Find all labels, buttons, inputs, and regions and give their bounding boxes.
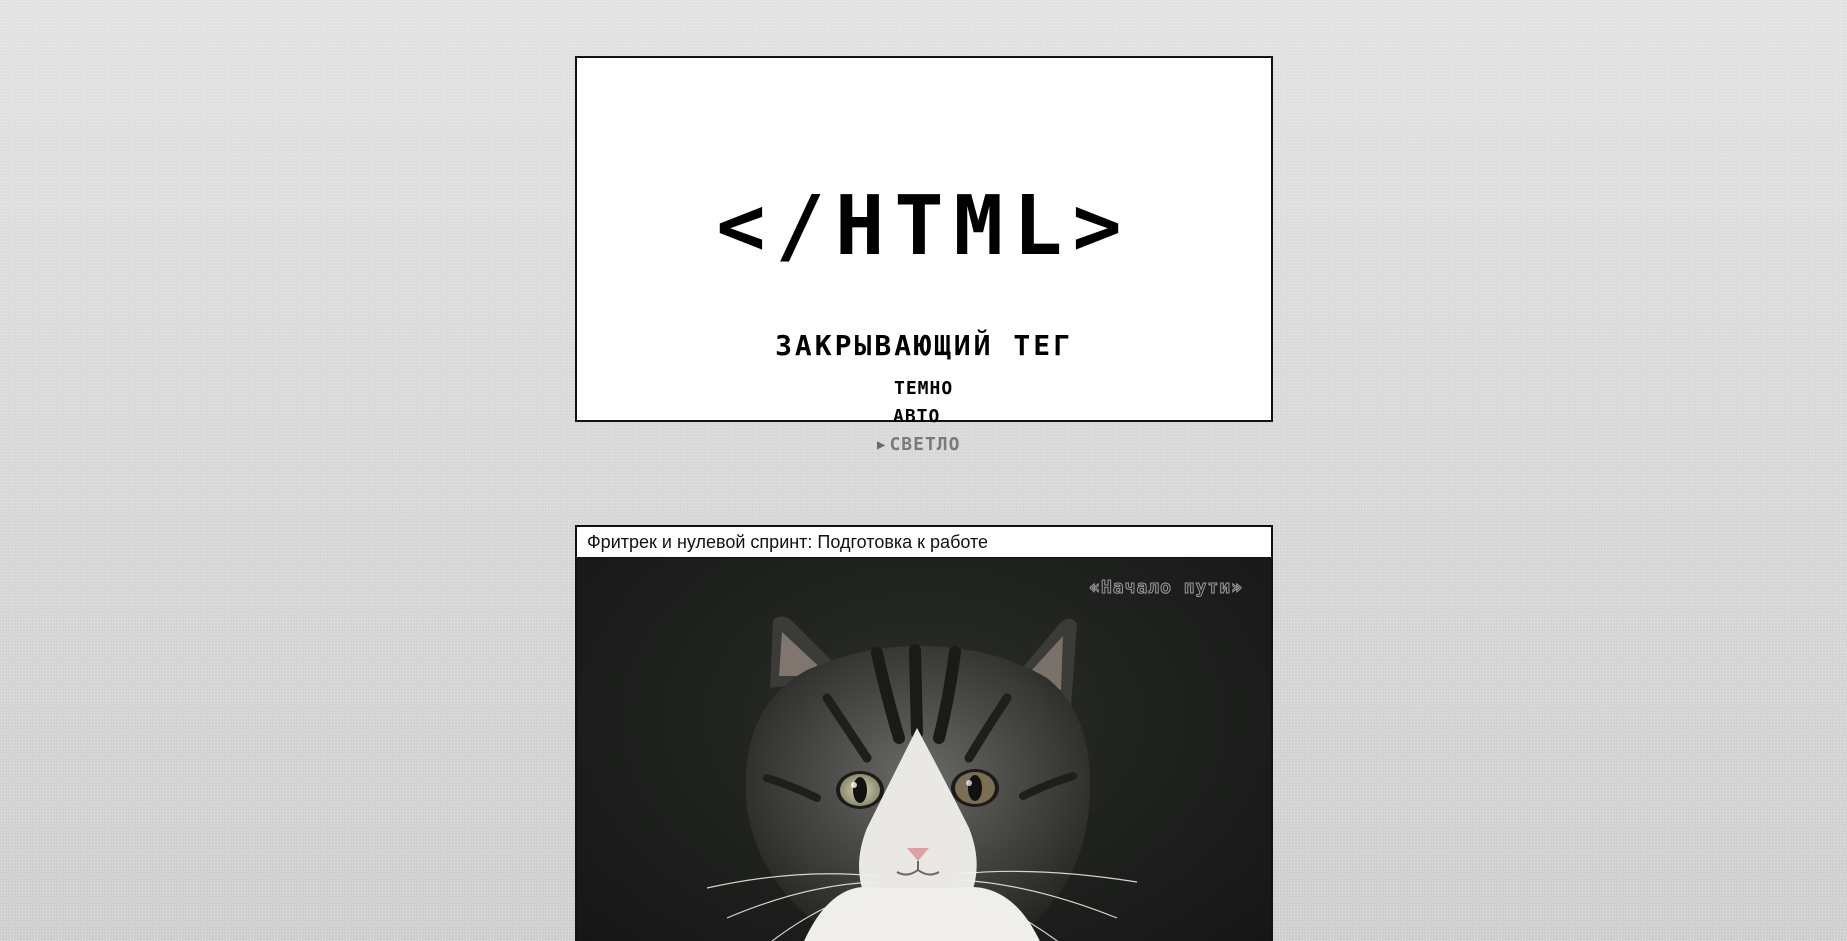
theme-option-dark-label: ТЕМНО — [894, 378, 954, 399]
site-header: </HTML> ЗАКРЫВАЮЩИЙ ТЕГ ТЕМНО АВТО ▶ СВЕТ… — [575, 56, 1273, 454]
site-logo[interactable]: </HTML> — [577, 186, 1271, 268]
theme-option-dark[interactable]: ТЕМНО — [894, 380, 953, 398]
cat-illustration — [706, 616, 1138, 941]
post-title[interactable]: Фритрек и нулевой спринт: Подготовка к р… — [577, 527, 1271, 558]
post-card[interactable]: Фритрек и нулевой спринт: Подготовка к р… — [575, 525, 1273, 941]
theme-option-light[interactable]: ▶ СВЕТЛО — [877, 436, 960, 454]
site-subtitle: ЗАКРЫВАЮЩИЙ ТЕГ — [775, 329, 1073, 362]
image-caption: «Начало пути» — [1089, 577, 1243, 599]
selected-arrow-icon: ▶ — [877, 437, 887, 453]
theme-option-auto[interactable]: АВТО — [893, 408, 940, 426]
post-cover-image[interactable]: «Начало пути» — [577, 558, 1271, 941]
theme-option-light-label: СВЕТЛО — [889, 434, 961, 455]
theme-option-auto-label: АВТО — [893, 406, 941, 427]
